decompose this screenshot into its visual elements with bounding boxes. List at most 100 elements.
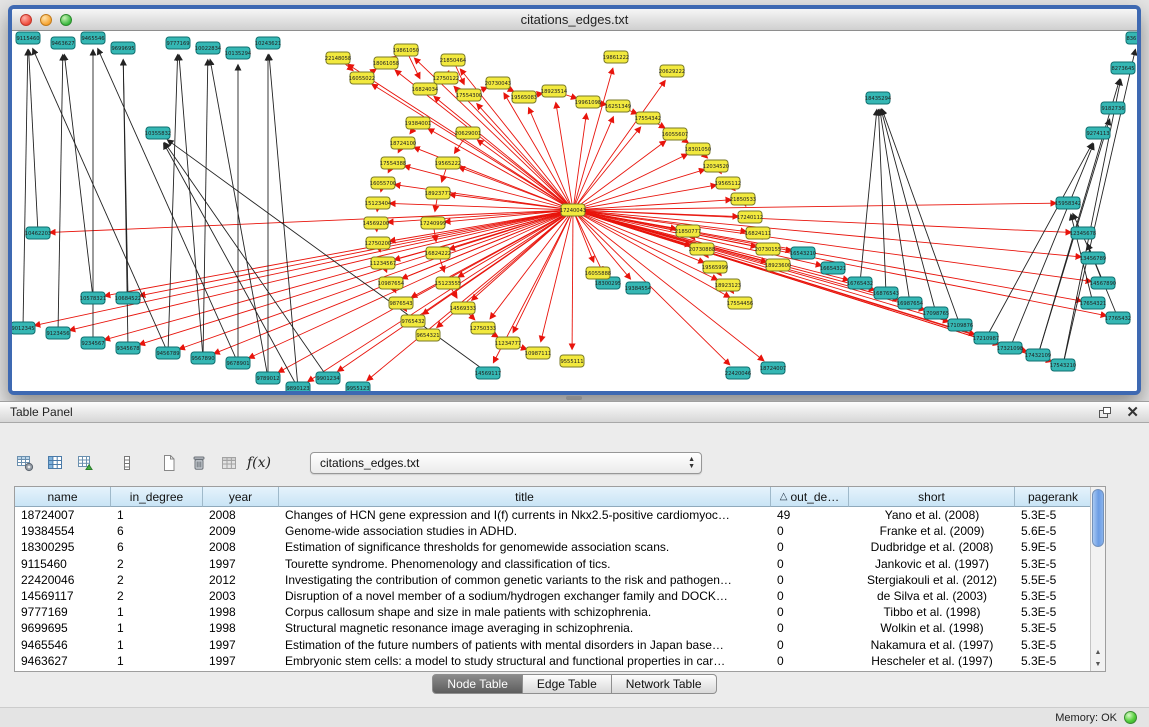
graph-node[interactable]: 9456789	[156, 347, 180, 359]
graph-node[interactable]: 17554342	[635, 112, 661, 124]
graph-node[interactable]: 20730888	[689, 243, 715, 255]
graph-node[interactable]: 18724007	[760, 362, 786, 374]
graph-node[interactable]: 16251349	[605, 100, 631, 112]
graph-node[interactable]: 16543210	[790, 247, 816, 259]
table-row[interactable]: 1830029562008Estimation of significance …	[15, 539, 1092, 555]
close-panel-icon[interactable]: ✕	[1126, 405, 1139, 420]
graph-node[interactable]: 9182736	[1101, 102, 1125, 114]
graph-node[interactable]: 12750122	[433, 72, 459, 84]
graph-node[interactable]: 18724100	[390, 137, 416, 149]
citation-network-graph[interactable]: 9115460 9463627 9465546 9699695 9777169 10022…	[12, 31, 1137, 391]
scroll-up-icon[interactable]: ▲	[1091, 647, 1105, 659]
graph-node[interactable]: 19565083	[511, 91, 537, 103]
graph-node[interactable]: 16055700	[370, 177, 396, 189]
graph-node[interactable]: 21850777	[675, 225, 701, 237]
graph-node[interactable]: 22420046	[725, 367, 751, 379]
graph-node[interactable]: 14569117	[475, 367, 501, 379]
graph-node[interactable]: 19384001	[405, 117, 431, 129]
graph-node[interactable]: 19861050	[393, 44, 419, 56]
graph-node[interactable]: 17109876	[947, 319, 973, 331]
graph-node[interactable]: 19384554	[625, 282, 652, 294]
graph-node[interactable]: 17240999	[420, 217, 446, 229]
graph-node[interactable]: 9955123	[346, 382, 370, 391]
table-row[interactable]: 946554611997Estimation of the future num…	[15, 637, 1092, 653]
graph-node[interactable]: 17098765	[923, 307, 949, 319]
graph-node[interactable]: 18435294	[865, 92, 892, 104]
graph-node[interactable]: 13456789	[1080, 252, 1106, 264]
graph-node[interactable]: 20629222	[659, 65, 685, 77]
tab-node-table[interactable]: Node Table	[432, 674, 523, 694]
graph-node[interactable]: 14569333	[450, 302, 476, 314]
graph-node[interactable]: 10684522	[115, 292, 141, 304]
graph-node[interactable]: 17432109	[1025, 349, 1051, 361]
row-height-icon[interactable]	[114, 450, 140, 476]
graph-node[interactable]: 9890123	[286, 382, 310, 391]
graph-node[interactable]: 9654321	[416, 329, 440, 341]
table-row[interactable]: 1938455462009Genome-wide association stu…	[15, 523, 1092, 539]
graph-node[interactable]: 17765432	[1105, 312, 1131, 324]
table-selector-dropdown[interactable]: citations_edges.txt ▲▼	[310, 452, 702, 474]
graph-node[interactable]: 20629001	[455, 127, 481, 139]
graph-node[interactable]: 15123404	[365, 197, 392, 209]
graph-node[interactable]: 10462203	[25, 227, 51, 239]
column-header-name[interactable]: name	[15, 487, 111, 507]
graph-node[interactable]: 9901234	[316, 372, 340, 384]
graph-node[interactable]: 16824034	[412, 83, 439, 95]
graph-node[interactable]: 9777169	[166, 37, 190, 49]
graph-node[interactable]: 9274113	[1086, 127, 1110, 139]
table-row[interactable]: 946362711997Embryonic stem cells: a mode…	[15, 653, 1092, 669]
graph-node[interactable]: 10355832	[145, 127, 171, 139]
graph-node[interactable]: 9789012	[256, 372, 280, 384]
graph-node[interactable]: 9699695	[111, 42, 135, 54]
float-panel-icon[interactable]	[1098, 406, 1112, 419]
graph-node[interactable]: 9234567	[81, 337, 105, 349]
graph-node[interactable]: 18301050	[685, 143, 711, 155]
minimize-window-button[interactable]	[40, 14, 52, 26]
graph-node[interactable]: 17654321	[1080, 297, 1106, 309]
table-row[interactable]: 977716911998Corpus callosum shape and si…	[15, 604, 1092, 620]
graph-node[interactable]: 10987111	[525, 347, 551, 359]
graph-node[interactable]: 20730155	[755, 243, 781, 255]
graph-node[interactable]: 16987654	[897, 297, 924, 309]
graph-node[interactable]: 16055607	[662, 128, 688, 140]
table-row[interactable]: 2242004622012Investigating the contribut…	[15, 572, 1092, 588]
graph-node[interactable]: 9555111	[560, 355, 584, 367]
graph-node[interactable]: 16055888	[585, 267, 611, 279]
network-window[interactable]: citations_edges.txt 9115460 9463627 946554…	[8, 5, 1141, 395]
graph-node[interactable]: 9567890	[191, 352, 215, 364]
graph-node[interactable]: 17554456	[727, 297, 753, 309]
graph-node[interactable]: 12750333	[470, 322, 496, 334]
graph-node[interactable]: 19861222	[603, 51, 629, 63]
graph-node[interactable]: 19961098	[575, 96, 601, 108]
window-titlebar[interactable]: citations_edges.txt	[12, 9, 1137, 31]
graph-node[interactable]: 10022834	[195, 42, 222, 54]
graph-node[interactable]: 12345678	[1070, 227, 1096, 239]
graph-node[interactable]: 18923600	[765, 259, 791, 271]
graph-node[interactable]: 19565112	[715, 177, 741, 189]
graph-node[interactable]: 9115460	[16, 32, 40, 44]
graph-node[interactable]: 10243621	[255, 37, 281, 49]
graph-node[interactable]: 11234567	[370, 257, 396, 269]
table-row[interactable]: 1456911722003Disruption of a novel membe…	[15, 588, 1092, 604]
graph-node[interactable]: 8361520	[1126, 32, 1137, 44]
scrollbar-thumb[interactable]	[1092, 489, 1104, 547]
graph-node[interactable]: 16876543	[873, 287, 899, 299]
column-header-title[interactable]: title	[279, 487, 771, 507]
network-view[interactable]: 9115460 9463627 9465546 9699695 9777169 10022…	[12, 31, 1137, 391]
graph-node[interactable]: 14569200	[363, 217, 389, 229]
graph-node[interactable]: 9012345	[12, 322, 35, 334]
graph-node[interactable]: 19565222	[435, 157, 461, 169]
delete-column-trash-icon[interactable]	[186, 450, 212, 476]
graph-node[interactable]: 9876543	[389, 297, 413, 309]
column-header-out-de[interactable]: △out_de…	[771, 487, 849, 507]
splitter-handle[interactable]	[566, 396, 582, 400]
graph-node[interactable]: 10135294	[225, 47, 252, 59]
graph-node[interactable]: 16824222	[425, 247, 451, 259]
graph-node[interactable]: 17240043	[560, 204, 586, 216]
new-table-icon[interactable]	[156, 450, 182, 476]
graph-node[interactable]: 15958342	[1055, 197, 1081, 209]
graph-node[interactable]: 9463627	[51, 37, 75, 49]
graph-node[interactable]: 15123555	[435, 277, 461, 289]
graph-node[interactable]: 18923123	[715, 279, 741, 291]
graph-node[interactable]: 9465546	[81, 32, 105, 44]
